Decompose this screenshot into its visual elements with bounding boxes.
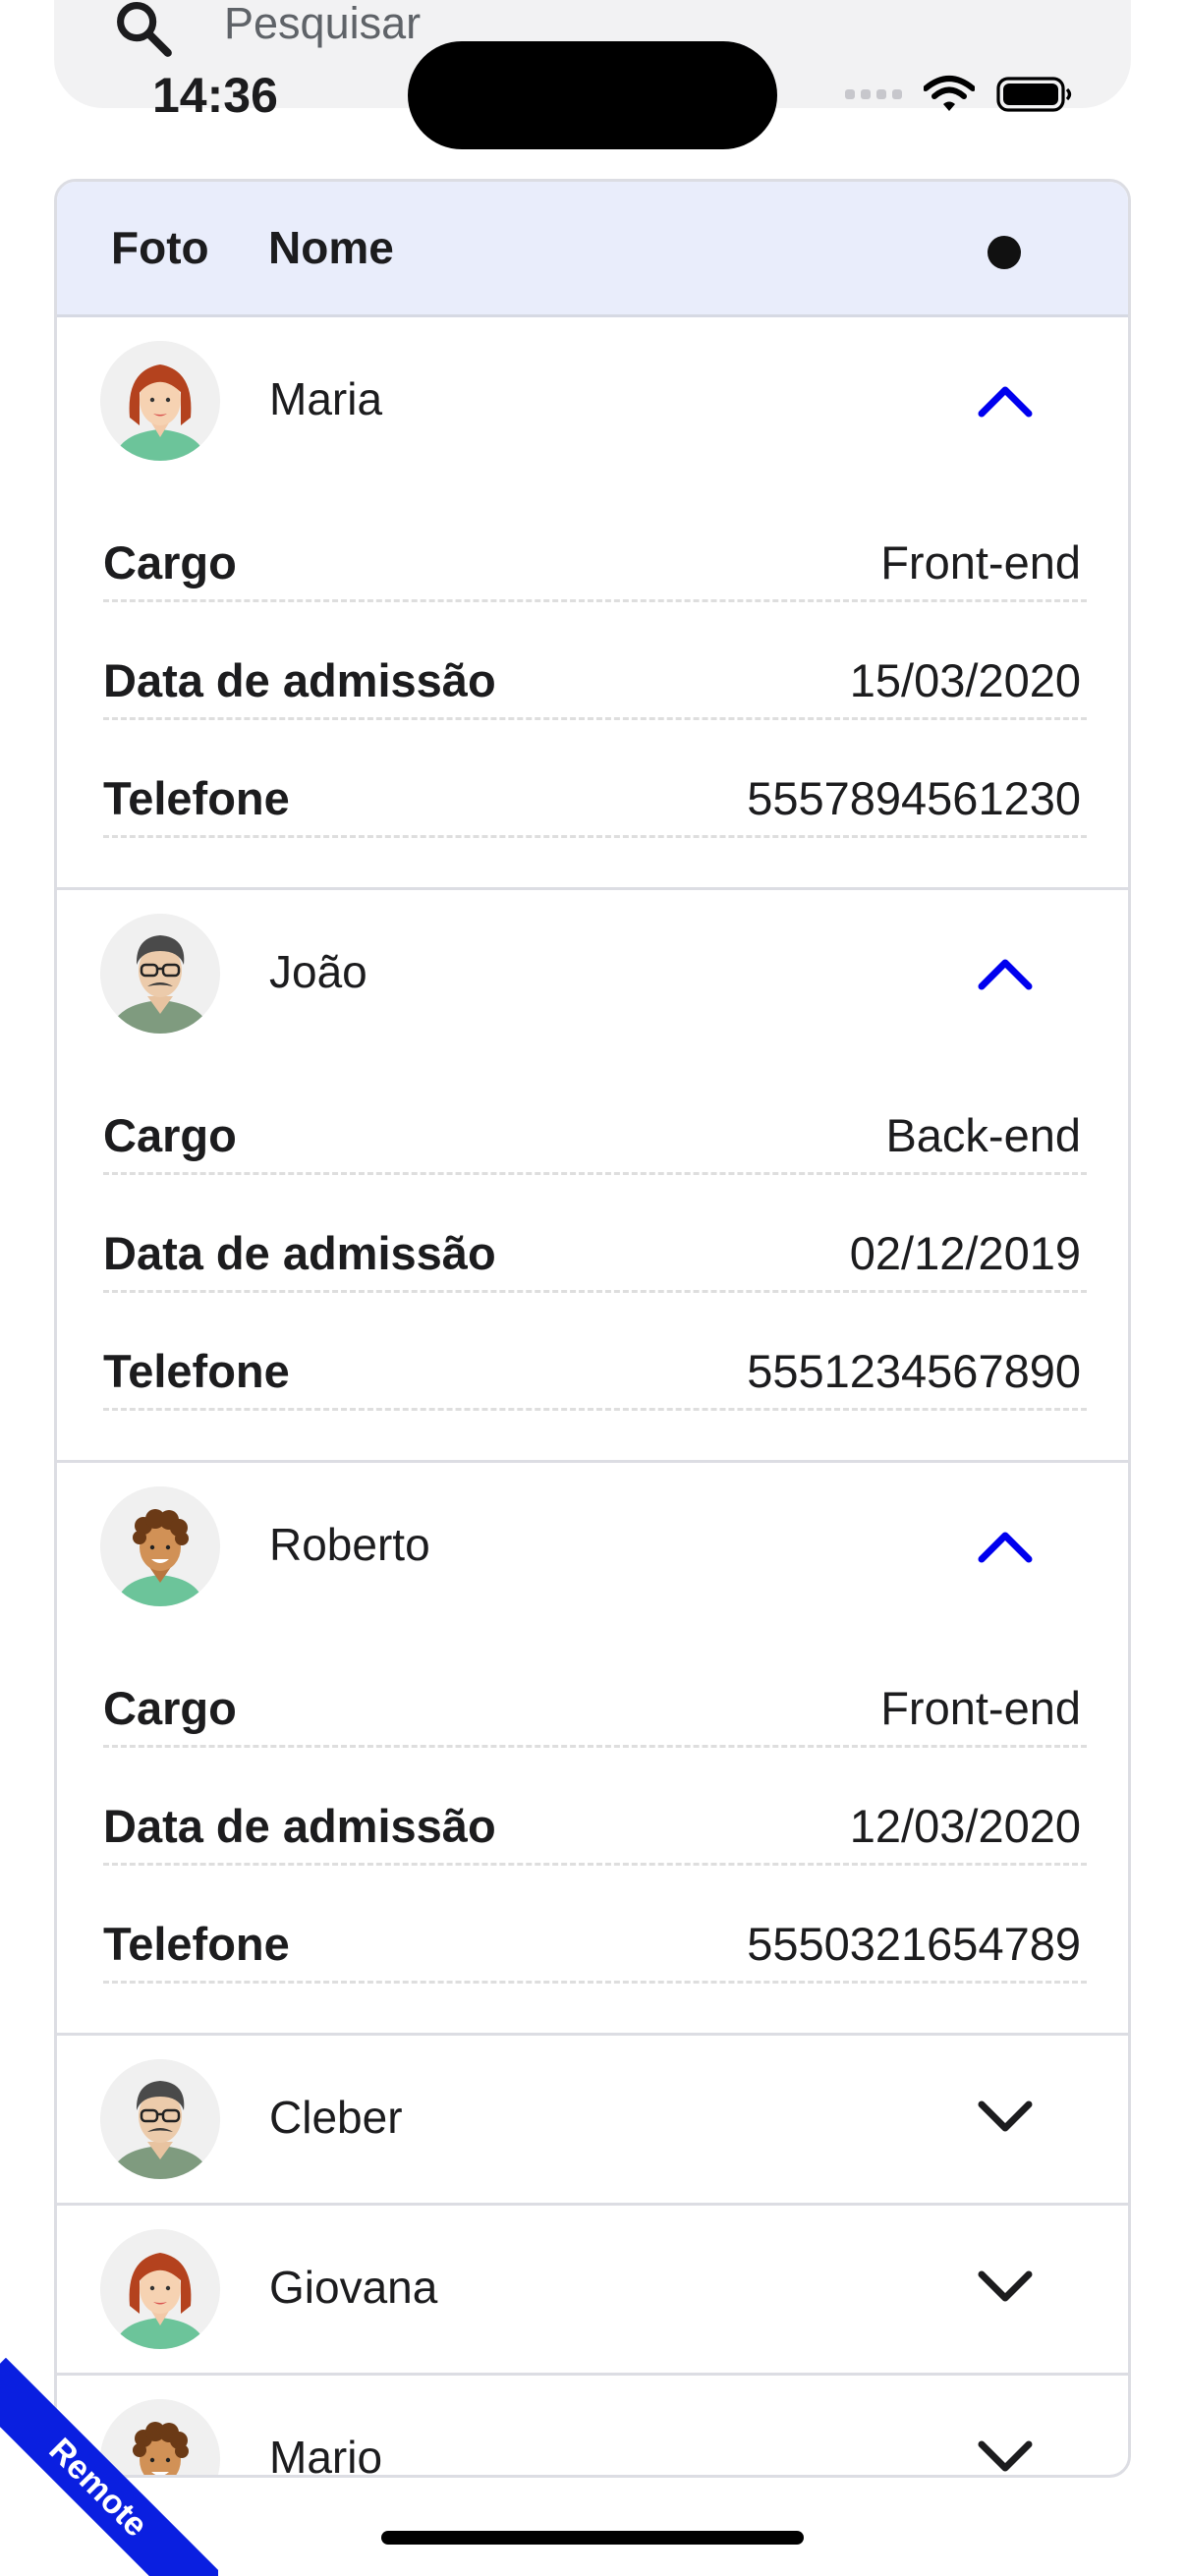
detail-row: Cargo Front-end (103, 484, 1087, 602)
employee-details: Cargo Front-end Data de admissão 12/03/2020… (57, 1630, 1128, 1984)
table-header: Foto Nome (57, 182, 1128, 317)
employee-row: Giovana (57, 2206, 1128, 2376)
detail-label: Cargo (103, 1682, 237, 1734)
cellular-icon (845, 89, 902, 99)
remote-ribbon-label: Remote (0, 2358, 218, 2576)
detail-row: Data de admissão 02/12/2019 (103, 1175, 1087, 1293)
detail-value: 5551234567890 (747, 1345, 1081, 1397)
employee-row-header[interactable]: Maria (57, 317, 1128, 484)
detail-value: Back-end (885, 1109, 1081, 1161)
chevron-down-icon[interactable] (976, 2435, 1035, 2475)
detail-label: Data de admissão (103, 1227, 496, 1279)
avatar (100, 914, 220, 1034)
employee-row-header[interactable]: Giovana (57, 2206, 1128, 2373)
detail-value: Front-end (880, 536, 1081, 588)
column-header-name: Nome (268, 222, 394, 273)
chevron-up-icon[interactable] (976, 949, 1035, 994)
employee-name: Mario (269, 2432, 383, 2478)
detail-label: Telefone (103, 1918, 290, 1970)
detail-value: 12/03/2020 (849, 1800, 1081, 1852)
detail-value: Front-end (880, 1682, 1081, 1734)
employee-row-header[interactable]: João (57, 890, 1128, 1057)
employee-name: Maria (269, 373, 383, 424)
employee-row: Maria Cargo Front-end Data de admissão 15/03… (57, 317, 1128, 890)
avatar (100, 2059, 220, 2179)
detail-row: Cargo Front-end (103, 1630, 1087, 1748)
search-icon (117, 2, 172, 57)
column-header-photo: Foto (111, 222, 209, 273)
avatar (100, 2229, 220, 2349)
employee-row-header[interactable]: Roberto (57, 1463, 1128, 1630)
column-header-dot (988, 236, 1021, 269)
employee-row: João Cargo Back-end Data de admissão 02/12/2… (57, 890, 1128, 1463)
employee-name: João (269, 946, 367, 997)
employee-name: Giovana (269, 2262, 438, 2313)
status-time: 14:36 (152, 68, 278, 123)
employee-row-header[interactable]: Cleber (57, 2036, 1128, 2203)
status-icons (845, 73, 1075, 116)
detail-row: Telefone 5551234567890 (103, 1293, 1087, 1411)
chevron-down-icon[interactable] (976, 2265, 1035, 2310)
detail-label: Data de admissão (103, 1800, 496, 1852)
dynamic-island (408, 41, 777, 149)
employee-name: Roberto (269, 1519, 430, 1570)
employee-list: Maria Cargo Front-end Data de admissão 15/03… (57, 317, 1128, 2478)
employee-details: Cargo Front-end Data de admissão 15/03/2020… (57, 484, 1128, 838)
chevron-down-icon[interactable] (976, 2095, 1035, 2140)
detail-row: Telefone 5550321654789 (103, 1866, 1087, 1984)
remote-ribbon: Remote (0, 2358, 218, 2576)
detail-row: Data de admissão 15/03/2020 (103, 602, 1087, 720)
detail-label: Cargo (103, 536, 237, 588)
detail-row: Data de admissão 12/03/2020 (103, 1748, 1087, 1866)
detail-label: Data de admissão (103, 654, 496, 706)
chevron-up-icon[interactable] (976, 376, 1035, 421)
employee-name: Cleber (269, 2092, 403, 2143)
battery-icon (996, 77, 1072, 112)
wifi-icon (924, 76, 975, 111)
employee-details: Cargo Back-end Data de admissão 02/12/2019 T… (57, 1057, 1128, 1411)
detail-row: Telefone 5557894561230 (103, 720, 1087, 838)
search-input[interactable]: Pesquisar (224, 0, 421, 49)
detail-value: 5550321654789 (747, 1918, 1081, 1970)
employees-table: Foto Nome Maria Cargo Front-end Data de adm… (54, 179, 1131, 2478)
avatar (100, 1486, 220, 1606)
chevron-up-icon[interactable] (976, 1522, 1035, 1567)
detail-value: 02/12/2019 (849, 1227, 1081, 1279)
employee-row: Roberto Cargo Front-end Data de admissão 12/… (57, 1463, 1128, 2036)
detail-value: 5557894561230 (747, 772, 1081, 824)
home-indicator (381, 2531, 804, 2545)
detail-row: Cargo Back-end (103, 1057, 1087, 1175)
employee-row: Cleber (57, 2036, 1128, 2206)
detail-label: Telefone (103, 772, 290, 824)
detail-label: Cargo (103, 1109, 237, 1161)
avatar (100, 341, 220, 461)
detail-value: 15/03/2020 (849, 654, 1081, 706)
detail-label: Telefone (103, 1345, 290, 1397)
